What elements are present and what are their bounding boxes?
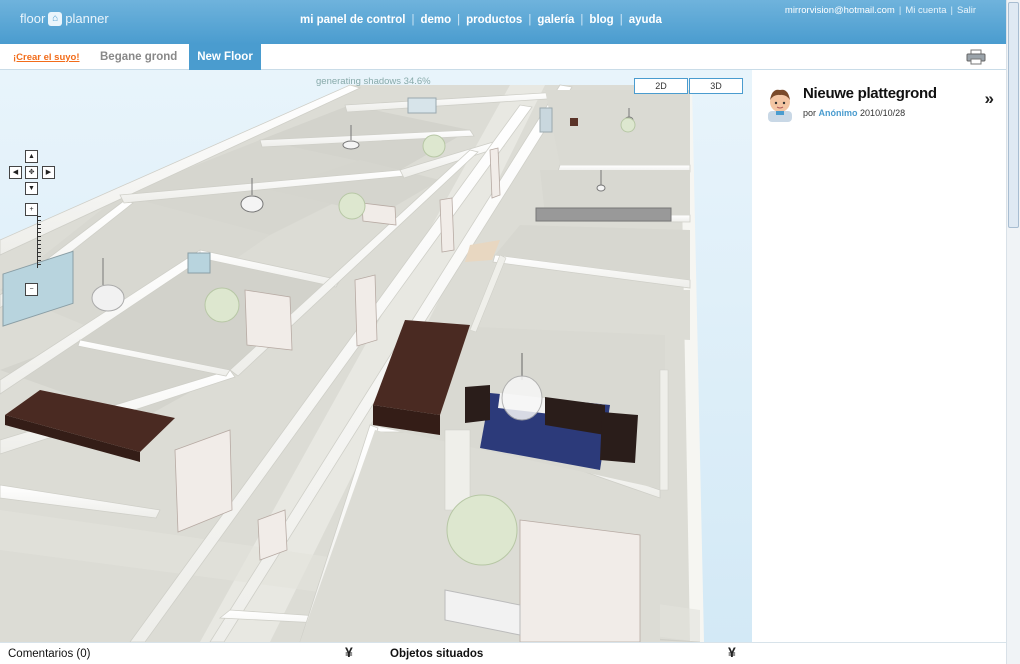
logo-text-floor: floor (20, 11, 46, 26)
floor-tab-bar: ¡Crear el suyo! Begane grond New Floor (0, 44, 1006, 70)
view-3d-button[interactable]: 3D (689, 78, 743, 94)
logo-text-planner: planner (65, 11, 109, 26)
logout-link[interactable]: Salir (957, 5, 976, 16)
comments-section-label[interactable]: Comentarios (0) (8, 648, 90, 660)
floorplanner-logo[interactable]: floor ⌂ planner (20, 11, 109, 26)
pan-right-arrow-icon[interactable]: ▶ (42, 166, 55, 179)
tab-begane-grond[interactable]: Begane grond (92, 44, 185, 70)
page-scrollbar[interactable] (1006, 0, 1020, 664)
printer-icon[interactable] (966, 49, 986, 65)
view-2d-button[interactable]: 2D (634, 78, 688, 94)
nav-help[interactable]: ayuda (629, 14, 662, 26)
zoom-in-icon[interactable]: + (25, 203, 38, 216)
nav-demo[interactable]: demo (420, 14, 451, 26)
nav-separator: | (580, 14, 584, 26)
by-prefix: por (803, 108, 817, 118)
user-nav: mirrorvision@hotmail.com | Mi cuenta | S… (785, 5, 976, 16)
pan-down-arrow-icon[interactable]: ▼ (25, 182, 38, 195)
nav-dashboard[interactable]: mi panel de control (300, 14, 405, 26)
plan-info-panel: Nieuwe plattegrond » por Anónimo 2010/10… (752, 70, 1006, 642)
expand-panel-icon[interactable]: » (985, 89, 994, 109)
objects-collapse-chevron-icon[interactable]: ¥ (728, 644, 736, 660)
pan-center-icon[interactable]: ✥ (25, 166, 38, 179)
plan-title: Nieuwe plattegrond (803, 85, 937, 102)
nav-separator: | (528, 14, 532, 26)
comments-collapse-chevron-icon[interactable]: ¥ (345, 644, 353, 660)
pan-up-arrow-icon[interactable]: ▲ (25, 150, 38, 163)
plan-byline: por Anónimo 2010/10/28 (803, 108, 905, 118)
logo-house-icon: ⌂ (48, 11, 63, 26)
top-header: floor ⌂ planner mi panel de control | de… (0, 0, 1006, 44)
pan-left-arrow-icon[interactable]: ◀ (9, 166, 22, 179)
create-your-own-link[interactable]: ¡Crear el suyo! (13, 52, 80, 63)
nav-gallery[interactable]: galería (537, 14, 574, 26)
user-nav-separator: | (950, 5, 953, 16)
user-avatar-icon (768, 89, 792, 122)
floorplan-3d-viewport[interactable]: generating shadows 34.6% 2D 3D ▲ ◀ ✥ ▶ ▼… (0, 70, 752, 642)
nav-blog[interactable]: blog (589, 14, 613, 26)
main-nav: mi panel de control | demo | productos |… (300, 14, 662, 26)
zoom-slider[interactable] (37, 216, 41, 268)
nav-separator: | (457, 14, 461, 26)
user-email: mirrorvision@hotmail.com (784, 5, 895, 16)
render-status-text: generating shadows 34.6% (316, 76, 431, 87)
author-link[interactable]: Anónimo (819, 108, 858, 118)
tab-new-floor[interactable]: New Floor (189, 44, 261, 70)
nav-products[interactable]: productos (466, 14, 522, 26)
nav-separator: | (619, 14, 623, 26)
user-nav-separator: | (898, 5, 902, 16)
my-account-link[interactable]: Mi cuenta (905, 5, 946, 16)
plan-date: 2010/10/28 (860, 108, 906, 118)
navigation-control: ▲ ◀ ✥ ▶ ▼ + − (8, 148, 58, 298)
bottom-section-bar: Comentarios (0) ¥ Objetos situados ¥ (0, 642, 1006, 664)
zoom-out-icon[interactable]: − (25, 283, 38, 296)
nav-separator: | (411, 14, 415, 26)
scrollbar-thumb[interactable] (1008, 2, 1019, 228)
placed-objects-section-label[interactable]: Objetos situados (390, 648, 483, 660)
floorplan-3d-render (0, 84, 704, 642)
